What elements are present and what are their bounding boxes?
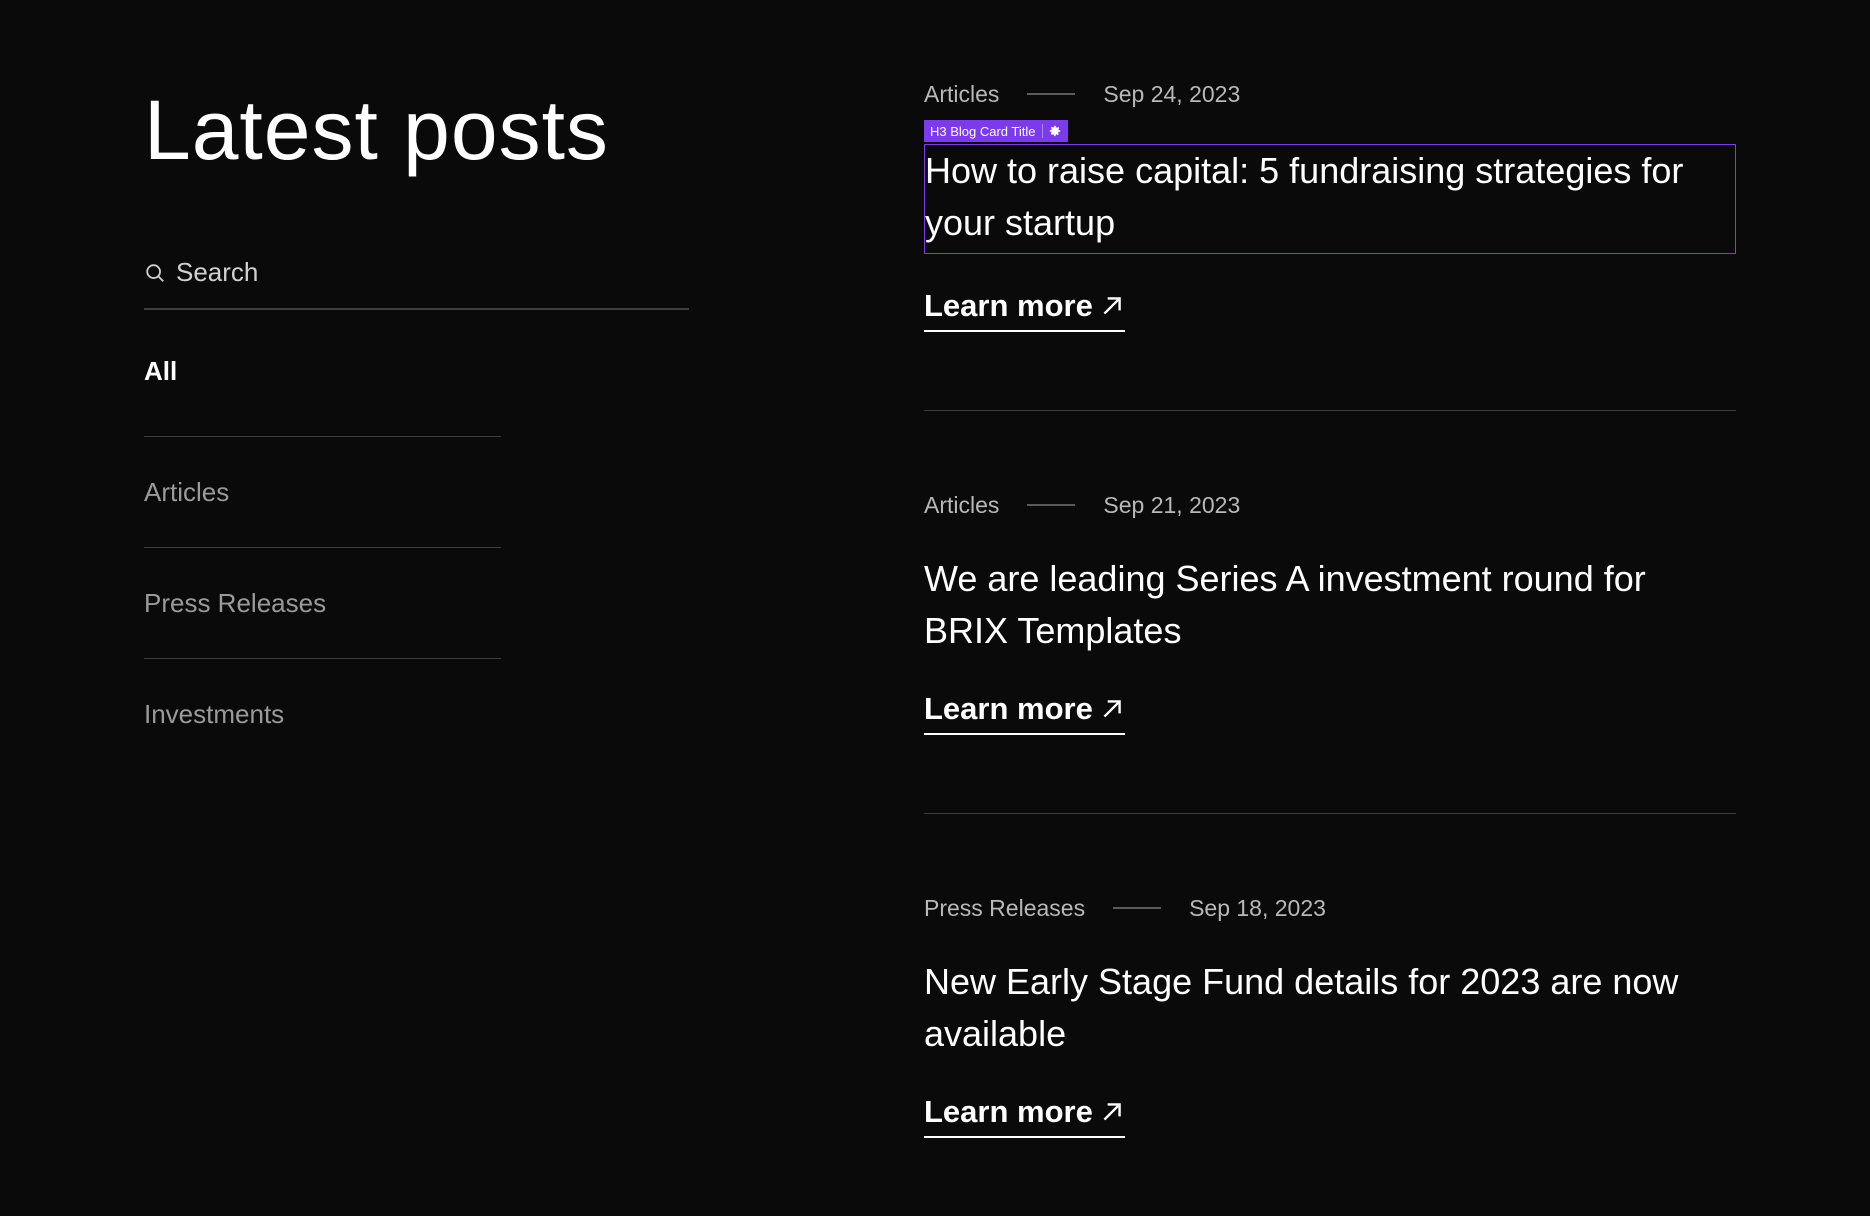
filter-item-all[interactable]: All — [144, 340, 501, 436]
arrow-up-right-icon — [1103, 297, 1121, 315]
blog-card: Articles Sep 21, 2023 We are leading Ser… — [924, 410, 1736, 813]
post-category: Press Releases — [924, 894, 1086, 921]
filter-item-articles[interactable]: Articles — [144, 437, 501, 547]
selected-element-outline: H3 Blog Card Title How to raise capital:… — [924, 120, 1736, 254]
arrow-up-right-icon — [1103, 700, 1121, 718]
meta-separator — [1113, 907, 1162, 909]
search-input[interactable] — [176, 250, 689, 294]
post-meta: Articles Sep 21, 2023 — [924, 489, 1736, 521]
filter-item-press-releases[interactable]: Press Releases — [144, 548, 501, 658]
post-date: Sep 21, 2023 — [1103, 491, 1241, 518]
post-category: Articles — [924, 80, 1000, 107]
learn-more-link[interactable]: Learn more — [924, 691, 1125, 735]
post-category: Articles — [924, 491, 1000, 518]
filter-item-label: Investments — [144, 698, 285, 729]
filter-item-label: All — [144, 356, 178, 386]
learn-more-link[interactable]: Learn more — [924, 1094, 1125, 1138]
learn-more-link[interactable]: Learn more — [924, 288, 1125, 332]
meta-separator — [1027, 504, 1076, 506]
filter-item-investments[interactable]: Investments — [144, 659, 501, 769]
post-date: Sep 24, 2023 — [1103, 80, 1241, 107]
filter-item-label: Articles — [144, 476, 230, 507]
blog-card-title[interactable]: New Early Stage Fund details for 2023 ar… — [924, 956, 1736, 1060]
gear-icon[interactable] — [1041, 124, 1062, 138]
blog-post-list: Articles Sep 24, 2023 H3 Blog Card Title… — [924, 78, 1736, 1216]
arrow-up-right-icon — [1103, 1103, 1121, 1121]
learn-more-label: Learn more — [924, 1094, 1093, 1129]
element-selection-tag[interactable]: H3 Blog Card Title — [924, 120, 1068, 142]
meta-separator — [1027, 93, 1076, 95]
blog-card-title[interactable]: How to raise capital: 5 fundraising stra… — [924, 144, 1736, 254]
blog-card: Press Releases Sep 18, 2023 New Early St… — [924, 813, 1736, 1216]
post-meta: Press Releases Sep 18, 2023 — [924, 892, 1736, 924]
post-meta: Articles Sep 24, 2023 — [924, 78, 1736, 110]
category-filter-list: All Articles Press Releases Investments — [144, 340, 501, 769]
search-icon — [146, 264, 164, 282]
element-tag-label: H3 Blog Card Title — [930, 123, 1036, 139]
learn-more-label: Learn more — [924, 288, 1093, 323]
learn-more-label: Learn more — [924, 691, 1093, 726]
post-date: Sep 18, 2023 — [1189, 894, 1326, 921]
search-bar[interactable] — [144, 250, 689, 310]
blog-card: Articles Sep 24, 2023 H3 Blog Card Title… — [924, 78, 1736, 410]
filter-item-label: Press Releases — [144, 587, 327, 618]
blog-card-title[interactable]: We are leading Series A investment round… — [924, 553, 1736, 657]
page-title: Latest posts — [144, 83, 609, 177]
